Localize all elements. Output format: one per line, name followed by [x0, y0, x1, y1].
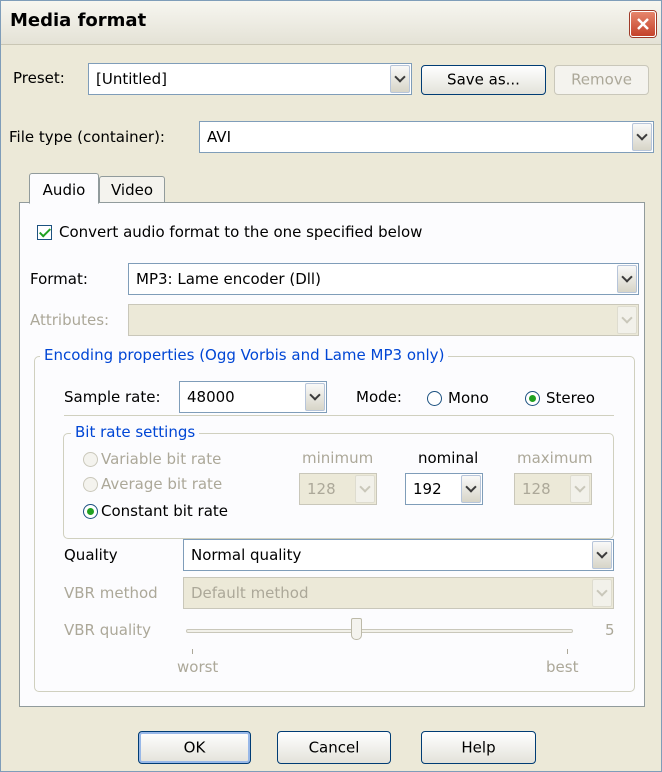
nominal-label: nominal: [418, 449, 479, 467]
encoding-divider: [64, 415, 614, 416]
file-type-dropdown[interactable]: AVI: [199, 121, 654, 153]
file-type-label: File type (container):: [9, 128, 165, 146]
vbr-quality-value: 5: [605, 621, 615, 639]
preset-dropdown[interactable]: [Untitled]: [88, 63, 412, 95]
format-dropdown[interactable]: MP3: Lame encoder (Dll): [128, 263, 639, 295]
chevron-down-icon[interactable]: [632, 123, 652, 151]
vbr-method-label: VBR method: [64, 584, 158, 602]
convert-audio-label[interactable]: Convert audio format to the one specifie…: [59, 223, 422, 241]
chevron-down-icon[interactable]: [570, 475, 590, 503]
quality-dropdown[interactable]: Normal quality: [183, 539, 614, 571]
tick-worst: [192, 649, 193, 654]
bit-rate-settings-title: Bit rate settings: [71, 423, 200, 441]
minimum-bitrate-dropdown[interactable]: 128: [299, 473, 377, 505]
tab-video[interactable]: Video: [99, 176, 165, 202]
mode-label: Mode:: [356, 388, 402, 406]
chevron-down-icon[interactable]: [390, 65, 410, 93]
tab-audio[interactable]: Audio: [29, 173, 99, 204]
nominal-bitrate-value: 192: [413, 480, 442, 498]
variable-bitrate-radio[interactable]: [83, 452, 98, 467]
mode-stereo-radio[interactable]: [525, 391, 540, 406]
worst-label: worst: [177, 658, 219, 676]
media-format-dialog: Media format Preset: [Untitled] Save as.…: [0, 0, 662, 772]
mode-mono-radio[interactable]: [427, 391, 442, 406]
close-button[interactable]: [630, 11, 656, 37]
minimum-label: minimum: [302, 449, 374, 467]
minimum-bitrate-value: 128: [307, 480, 336, 498]
vbr-quality-slider-thumb[interactable]: [350, 618, 362, 640]
maximum-bitrate-dropdown[interactable]: 128: [514, 473, 592, 505]
vbr-method-dropdown[interactable]: Default method: [183, 577, 614, 609]
mode-mono-label[interactable]: Mono: [448, 389, 489, 407]
sample-rate-value: 48000: [187, 388, 235, 406]
chevron-down-icon[interactable]: [592, 541, 612, 569]
preset-value: [Untitled]: [96, 70, 168, 88]
format-value: MP3: Lame encoder (Dll): [136, 270, 321, 288]
chevron-down-icon[interactable]: [355, 475, 375, 503]
constant-bitrate-label[interactable]: Constant bit rate: [101, 502, 228, 520]
save-as-button[interactable]: Save as...: [421, 65, 546, 95]
vbr-quality-track[interactable]: [186, 629, 573, 633]
chevron-down-icon[interactable]: [617, 265, 637, 293]
mode-stereo-label[interactable]: Stereo: [546, 389, 595, 407]
close-icon: [637, 18, 649, 30]
tick-best: [567, 649, 568, 654]
convert-audio-checkbox[interactable]: [37, 225, 52, 240]
remove-label: Remove: [571, 70, 632, 89]
sample-rate-label: Sample rate:: [64, 388, 161, 406]
window-title: Media format: [10, 10, 147, 31]
title-bar[interactable]: Media format: [1, 1, 661, 45]
file-type-value: AVI: [207, 128, 231, 146]
average-bitrate-label[interactable]: Average bit rate: [101, 475, 222, 493]
save-as-label: Save as...: [447, 70, 520, 89]
best-label: best: [546, 658, 579, 676]
tab-video-label: Video: [110, 181, 154, 199]
vbr-method-value: Default method: [191, 584, 309, 602]
average-bitrate-radio[interactable]: [83, 477, 98, 492]
remove-button[interactable]: Remove: [554, 65, 649, 95]
chevron-down-icon[interactable]: [617, 306, 637, 334]
ok-button[interactable]: OK: [138, 731, 251, 764]
ok-label: OK: [183, 738, 206, 756]
help-button[interactable]: Help: [421, 731, 536, 764]
quality-label: Quality: [64, 546, 118, 564]
chevron-down-icon[interactable]: [592, 579, 612, 607]
encoding-properties-title: Encoding properties (Ogg Vorbis and Lame…: [40, 346, 449, 364]
chevron-down-icon[interactable]: [461, 475, 481, 503]
chevron-down-icon[interactable]: [305, 383, 325, 411]
cancel-button[interactable]: Cancel: [277, 731, 391, 764]
constant-bitrate-radio[interactable]: [83, 504, 98, 519]
preset-label: Preset:: [13, 69, 65, 87]
nominal-bitrate-dropdown[interactable]: 192: [405, 473, 483, 505]
tab-audio-label: Audio: [42, 181, 86, 199]
cancel-label: Cancel: [308, 738, 360, 756]
sample-rate-dropdown[interactable]: 48000: [179, 381, 327, 413]
attributes-dropdown[interactable]: [128, 304, 639, 336]
format-label: Format:: [30, 270, 88, 288]
help-label: Help: [461, 738, 496, 756]
maximum-label: maximum: [517, 449, 593, 467]
attributes-label: Attributes:: [30, 311, 110, 329]
variable-bitrate-label[interactable]: Variable bit rate: [101, 450, 221, 468]
audio-tab-panel: Convert audio format to the one specifie…: [19, 202, 645, 707]
vbr-quality-label: VBR quality: [64, 621, 152, 639]
quality-value: Normal quality: [191, 546, 302, 564]
maximum-bitrate-value: 128: [522, 480, 551, 498]
